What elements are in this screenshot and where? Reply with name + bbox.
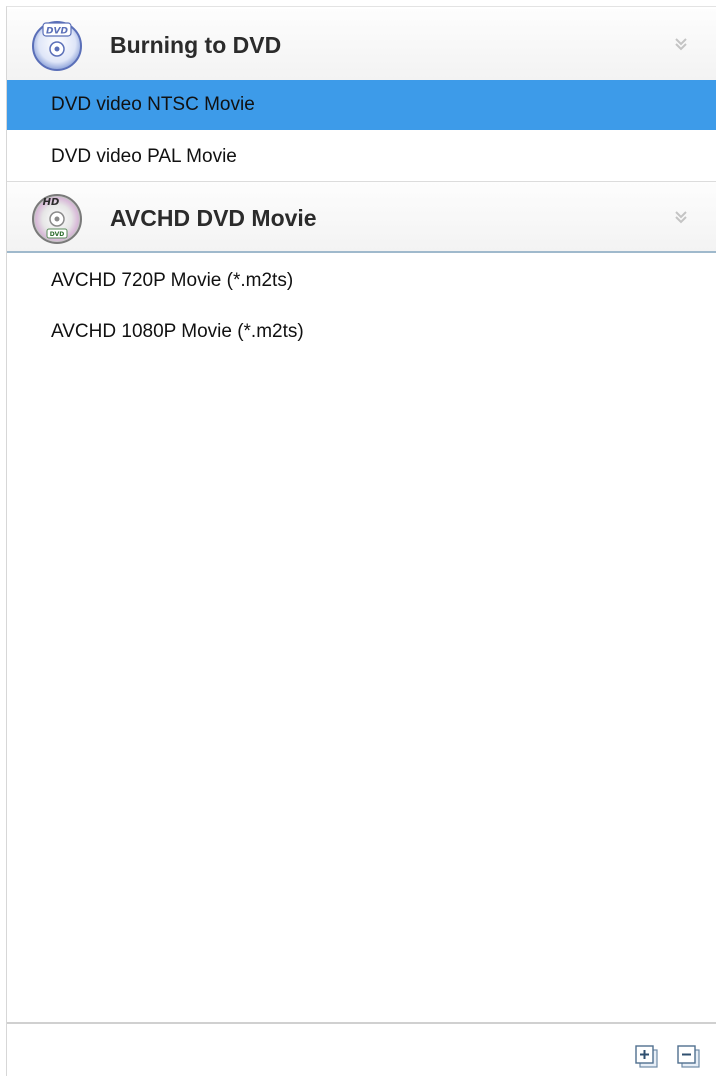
list-item-label: DVD video NTSC Movie <box>51 94 255 115</box>
group-header-burning-to-dvd[interactable]: DVD Burning to DVD <box>7 9 716 81</box>
svg-text:DVD: DVD <box>50 231 65 238</box>
list-item-dvd-ntsc[interactable]: DVD video NTSC Movie <box>7 80 716 130</box>
list-item-label: DVD video PAL Movie <box>51 146 237 167</box>
collapse-all-icon[interactable] <box>676 1044 702 1070</box>
svg-text:DVD: DVD <box>46 27 68 37</box>
list-footer <box>7 1022 716 1079</box>
list-item-dvd-pal[interactable]: DVD video PAL Movie <box>7 132 716 182</box>
list-item-avchd-1080p[interactable]: AVCHD 1080P Movie (*.m2ts) <box>7 307 716 357</box>
dvd-disc-icon: DVD <box>32 21 82 71</box>
profile-list-panel: DVD Burning to DVD DVD video NTSC Movie … <box>6 6 716 1079</box>
hd-dvd-disc-icon: HD DVD <box>32 194 82 244</box>
group-header-avchd-dvd-movie[interactable]: HD DVD AVCHD DVD Movie <box>7 181 716 253</box>
list-item-avchd-720p[interactable]: AVCHD 720P Movie (*.m2ts) <box>7 256 716 306</box>
chevron-down-icon[interactable] <box>671 207 691 227</box>
expand-all-icon[interactable] <box>634 1044 660 1070</box>
group-title: Burning to DVD <box>110 32 282 58</box>
list-item-label: AVCHD 1080P Movie (*.m2ts) <box>51 321 304 342</box>
svg-text:HD: HD <box>43 197 60 208</box>
list-item-label: AVCHD 720P Movie (*.m2ts) <box>51 270 294 291</box>
group-title: AVCHD DVD Movie <box>110 205 317 231</box>
chevron-down-icon[interactable] <box>671 34 691 54</box>
